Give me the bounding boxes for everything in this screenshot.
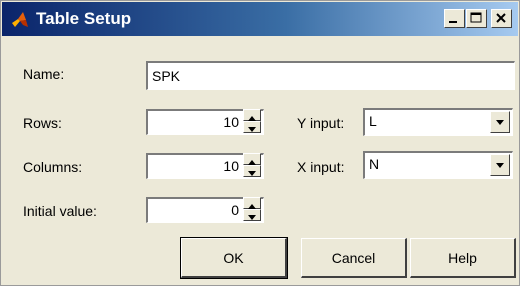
close-icon	[496, 13, 506, 23]
y-input-value: L	[369, 113, 377, 129]
chevron-down-icon	[496, 120, 504, 125]
y-input-label: Y input:	[297, 115, 345, 131]
triangle-down-icon	[248, 127, 256, 132]
close-button[interactable]	[491, 9, 512, 28]
cancel-button[interactable]: Cancel	[301, 238, 407, 278]
initial-value-spinner[interactable]	[243, 197, 261, 223]
triangle-down-icon	[248, 171, 256, 176]
rows-increment-button[interactable]	[243, 109, 261, 121]
help-button[interactable]: Help	[410, 238, 516, 278]
columns-increment-button[interactable]	[243, 153, 261, 165]
columns-value: 10	[223, 158, 239, 174]
initial-value-decrement-button[interactable]	[243, 209, 261, 221]
x-input-value: N	[369, 156, 380, 172]
table-setup-dialog: Table Setup Name: Rows: 10	[0, 0, 520, 286]
rows-decrement-button[interactable]	[243, 121, 261, 133]
minimize-button[interactable]	[444, 9, 465, 28]
maximize-icon	[470, 12, 482, 23]
ok-button[interactable]: OK	[180, 237, 288, 279]
minimize-icon	[449, 21, 457, 23]
name-label: Name:	[23, 66, 65, 82]
triangle-down-icon	[248, 215, 256, 220]
matlab-icon	[10, 10, 30, 30]
x-input-dropdown-button[interactable]	[490, 154, 510, 176]
columns-spinner[interactable]	[243, 153, 261, 179]
rows-value: 10	[223, 114, 239, 130]
rows-label: Rows:	[23, 115, 62, 131]
columns-decrement-button[interactable]	[243, 165, 261, 177]
y-input-dropdown-button[interactable]	[490, 111, 510, 133]
title-bar[interactable]: Table Setup	[2, 2, 518, 36]
maximize-button[interactable]	[466, 9, 487, 28]
initial-value-increment-button[interactable]	[243, 197, 261, 209]
name-input[interactable]	[146, 61, 515, 90]
x-input-label: X input:	[297, 159, 345, 175]
window-title: Table Setup	[36, 9, 132, 28]
chevron-down-icon	[496, 163, 504, 168]
rows-spinner[interactable]	[243, 109, 261, 135]
initial-value-label: Initial value:	[23, 203, 97, 219]
initial-value-value: 0	[231, 202, 239, 218]
columns-label: Columns:	[23, 159, 83, 175]
